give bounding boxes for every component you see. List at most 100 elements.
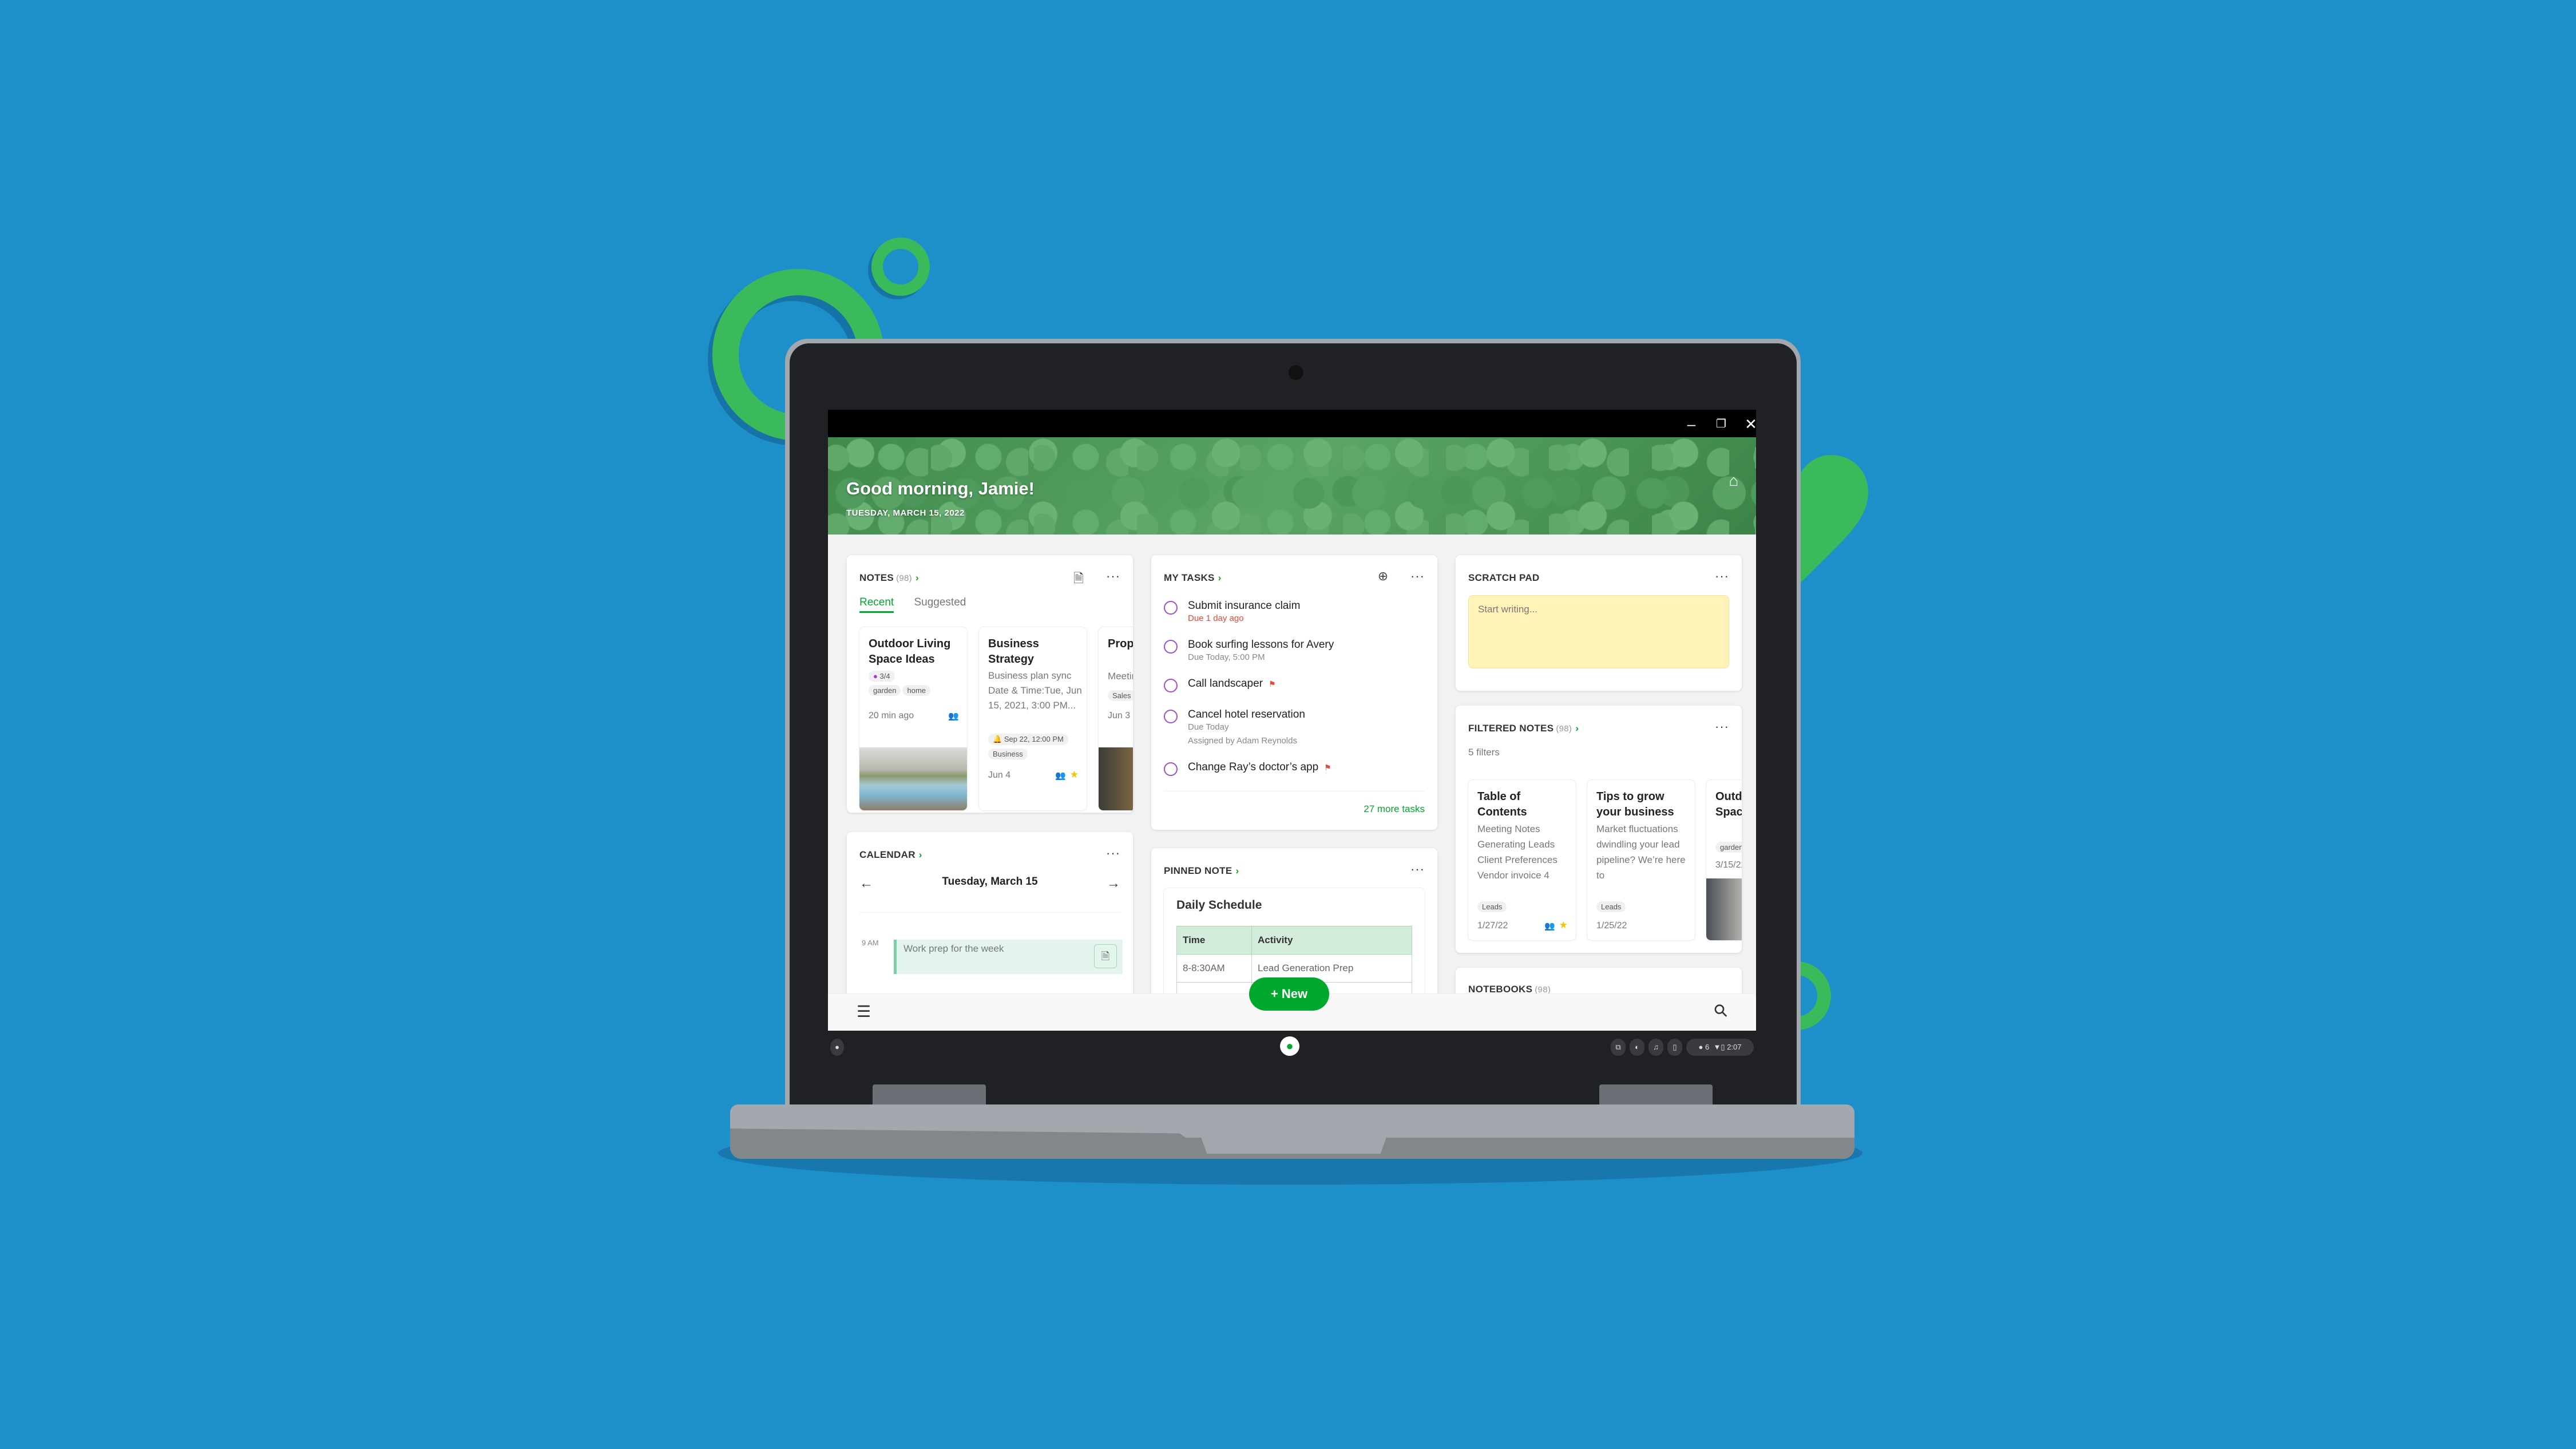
tab-suggested[interactable]: Suggested (914, 596, 966, 611)
system-tray[interactable]: ● 6 ▼▯ 2:07 (1686, 1039, 1754, 1056)
add-task-icon[interactable]: ⊕ (1374, 569, 1392, 586)
menu-icon[interactable]: ☰ (857, 1002, 871, 1021)
star-icon: ★ (1559, 920, 1568, 931)
task-due: Due Today, 5:00 PM (1188, 652, 1265, 662)
shared-icon: 👥 (1544, 921, 1555, 931)
next-day-arrow-icon[interactable]: → (1107, 876, 1120, 892)
flag-icon: ⚑ (1324, 763, 1331, 772)
task-checkbox[interactable] (1164, 710, 1178, 723)
phone-hub-icon[interactable]: ▯ (1667, 1039, 1682, 1056)
more-tasks-link[interactable]: 27 more tasks (1364, 803, 1425, 815)
wifi-icon: ▼ (1713, 1043, 1721, 1051)
task-checkbox[interactable] (1164, 601, 1178, 615)
filtered-notes-more-button[interactable]: ··· (1715, 719, 1729, 734)
media-controls-icon[interactable]: ♫ (1648, 1039, 1663, 1056)
note-snippet: Business plan sync Date & Time:Tue, Jun … (988, 670, 1082, 711)
note-title: Table of Contents (1477, 790, 1527, 818)
os-shelf: ● ● ⧉ ◐ ♫ ▯ ● 6 ▼▯ 2:07 (828, 1031, 1756, 1064)
note-date: Jun 3 (1108, 711, 1131, 720)
greeting: Good morning, Jamie! (846, 478, 1035, 498)
search-icon[interactable]: ⚲ (1710, 999, 1733, 1022)
laptop-base (730, 1104, 1854, 1159)
screen-capture-icon[interactable]: ⧉ (1611, 1039, 1626, 1056)
scratch-pad-input[interactable]: Start writing... (1468, 595, 1729, 668)
task-title: Call landscaper ⚑ (1188, 678, 1276, 690)
title-bar: – ❐ ✕ (828, 410, 1756, 437)
task-item[interactable]: Submit insurance claim Due 1 day ago (1164, 600, 1427, 628)
restore-button[interactable]: ❐ (1711, 414, 1731, 434)
pinned-note-header[interactable]: PINNED NOTE › (1164, 865, 1239, 877)
task-checkbox[interactable] (1164, 762, 1178, 776)
calendar-divider (859, 912, 1120, 913)
laptop-hinge-left (873, 1084, 986, 1107)
new-button[interactable]: + New (1249, 977, 1329, 1011)
new-note-icon[interactable]: 🗎 (1070, 569, 1087, 586)
note-card[interactable]: Table of Contents Meeting Notes Generati… (1468, 780, 1576, 940)
laptop-base-notch (1199, 1132, 1388, 1154)
note-card[interactable]: Outdoor Living Space Ideas garden 3/15/2… (1706, 780, 1742, 940)
tasks-title: MY TASKS (1164, 572, 1215, 583)
laptop-hinge-right (1599, 1084, 1713, 1107)
note-snippet: Market fluctuations dwindling your lead … (1596, 824, 1686, 881)
task-assigned-by: Assigned by Adam Reynolds (1188, 736, 1297, 746)
linked-note-icon[interactable]: 🗎 (1094, 944, 1117, 968)
note-title: Tips to grow your business (1596, 790, 1674, 818)
scratch-pad-more-button[interactable]: ··· (1715, 569, 1729, 584)
reminder-chip: 🔔 Sep 22, 12:00 PM (988, 734, 1068, 745)
note-snippet: Meeting (1108, 671, 1133, 682)
calendar-event[interactable]: Work prep for the week 🗎 (894, 940, 1123, 974)
task-item[interactable]: Change Ray’s doctor’s app ⚑ (1164, 761, 1427, 778)
chevron-right-icon: › (1575, 723, 1579, 734)
pinned-note-more-button[interactable]: ··· (1410, 862, 1425, 877)
evernote-app-icon[interactable]: ● (1280, 1036, 1299, 1056)
calendar-date: Tuesday, March 15 (942, 876, 1038, 888)
notification-count: 6 (1705, 1043, 1710, 1051)
note-date: 20 min ago (869, 711, 914, 720)
note-date: 3/15/22 (1715, 860, 1742, 870)
notes-more-button[interactable]: ··· (1106, 569, 1120, 584)
task-checkbox[interactable] (1164, 640, 1178, 654)
column-header: Activity (1251, 926, 1412, 955)
note-chips: ● 3/4 garden home (869, 671, 932, 696)
calendar-header[interactable]: CALENDAR › (859, 849, 922, 861)
task-item[interactable]: Book surfing lessons for Avery Due Today… (1164, 639, 1427, 667)
note-card[interactable]: Tips to grow your business Market fluctu… (1587, 780, 1695, 940)
column-header: Time (1176, 926, 1252, 955)
task-title: Cancel hotel reservation (1188, 708, 1305, 720)
checklist-count: 3/4 (879, 672, 890, 680)
chevron-right-icon: › (1235, 865, 1239, 876)
close-button[interactable]: ✕ (1741, 414, 1756, 434)
tag-chip: home (902, 685, 931, 696)
tag-chip: garden (1715, 842, 1742, 853)
task-checkbox[interactable] (1164, 679, 1178, 692)
do-not-disturb-icon[interactable]: ◐ (1630, 1039, 1644, 1056)
clock: 2:07 (1727, 1043, 1742, 1051)
filtered-notes-count: (98) (1556, 724, 1572, 734)
notes-widget-header[interactable]: NOTES (98) › (859, 572, 919, 584)
home-banner: Good morning, Jamie! TUESDAY, MARCH 15, … (828, 437, 1756, 535)
tag-chip: Business (988, 749, 1028, 759)
tasks-widget-header[interactable]: MY TASKS › (1164, 572, 1222, 584)
webcam (1289, 365, 1303, 380)
tab-recent[interactable]: Recent (859, 596, 894, 613)
event-title: Work prep for the week (903, 943, 1004, 954)
decorative-ring-small (871, 237, 930, 296)
note-title: Business Strategy (988, 638, 1039, 666)
task-item[interactable]: Call landscaper ⚑ (1164, 678, 1427, 695)
note-card[interactable]: Property Listings Meeting Sales Jun 3 (1099, 627, 1133, 810)
customize-home-icon[interactable]: ⌂ (1724, 472, 1743, 491)
tasks-more-button[interactable]: ··· (1410, 569, 1425, 584)
filtered-notes-header[interactable]: FILTERED NOTES (98) › (1468, 723, 1579, 734)
minimize-button[interactable]: – (1682, 414, 1701, 434)
filtered-notes-title: FILTERED NOTES (1468, 723, 1554, 734)
note-card[interactable]: Business Strategy Business plan sync Dat… (979, 627, 1087, 810)
note-title: Property Listings (1108, 638, 1133, 650)
calendar-more-button[interactable]: ··· (1106, 846, 1120, 861)
task-title-text: Change Ray’s doctor’s app (1188, 761, 1319, 773)
launcher-button[interactable]: ● (830, 1039, 844, 1056)
task-item[interactable]: Cancel hotel reservation Due Today Assig… (1164, 708, 1427, 749)
note-card[interactable]: Outdoor Living Space Ideas ● 3/4 garden h… (859, 627, 967, 810)
notes-title: NOTES (859, 572, 894, 583)
task-due: Due 1 day ago (1188, 613, 1244, 623)
note-title: Outdoor Living Space Ideas (869, 638, 951, 666)
